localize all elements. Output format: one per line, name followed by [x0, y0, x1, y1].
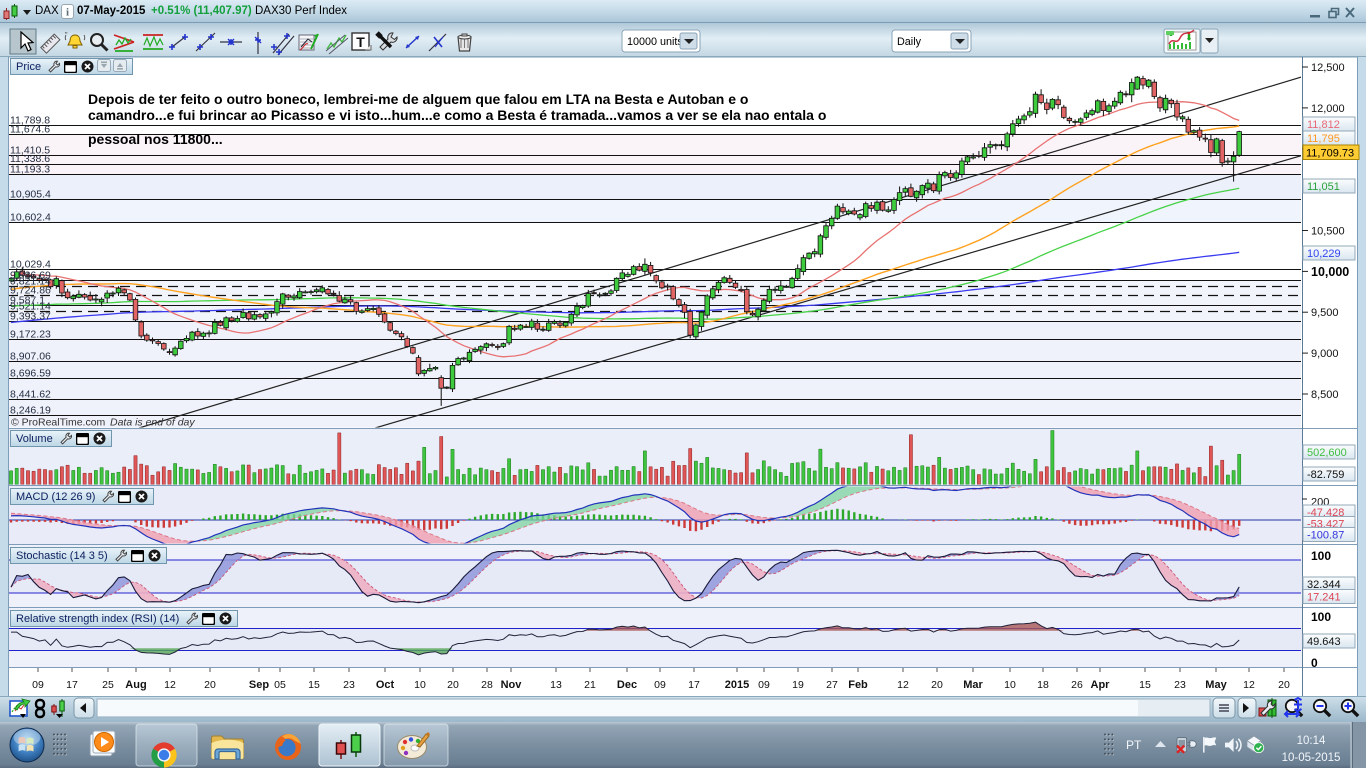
svg-text:9,172.23: 9,172.23 — [10, 329, 51, 341]
svg-text:8,246.19: 8,246.19 — [10, 405, 51, 417]
svg-text:502,600: 502,600 — [1307, 447, 1347, 459]
svg-text:10,000: 10,000 — [1311, 265, 1349, 279]
svg-text:-100.87: -100.87 — [1307, 530, 1344, 542]
svg-text:20: 20 — [447, 679, 459, 691]
svg-text:0: 0 — [1311, 656, 1318, 670]
svg-text:10,229: 10,229 — [1307, 248, 1341, 260]
svg-text:10,905.4: 10,905.4 — [10, 189, 51, 201]
svg-text:11,795: 11,795 — [1307, 133, 1340, 145]
svg-text:18: 18 — [1037, 679, 1049, 691]
svg-text:17: 17 — [66, 679, 78, 691]
svg-text:20: 20 — [931, 679, 943, 691]
svg-text:10:14: 10:14 — [1297, 735, 1326, 747]
svg-text:11,674.6: 11,674.6 — [10, 124, 50, 136]
svg-text:23: 23 — [343, 679, 355, 691]
svg-text:25: 25 — [102, 679, 114, 691]
svg-text:PT: PT — [1126, 738, 1142, 752]
svg-text:Sep: Sep — [249, 679, 269, 691]
svg-text:Data is end of day: Data is end of day — [110, 417, 195, 429]
svg-text:49.643: 49.643 — [1307, 636, 1341, 648]
svg-text:28: 28 — [481, 679, 493, 691]
svg-text:8,500: 8,500 — [1311, 389, 1339, 401]
svg-text:20: 20 — [204, 679, 216, 691]
svg-text:11,812: 11,812 — [1307, 119, 1340, 131]
svg-text:15: 15 — [1139, 679, 1151, 691]
svg-text:12: 12 — [897, 679, 909, 691]
svg-text:Feb: Feb — [848, 679, 868, 691]
svg-text:11,193.3: 11,193.3 — [10, 164, 50, 176]
svg-text:2015: 2015 — [725, 679, 749, 691]
svg-text:10000 units: 10000 units — [627, 36, 683, 48]
svg-text:11,709.73: 11,709.73 — [1306, 148, 1354, 160]
svg-text:Nov: Nov — [501, 679, 523, 691]
svg-text:9,500: 9,500 — [1311, 307, 1339, 319]
svg-text:9,000: 9,000 — [1311, 348, 1339, 360]
svg-text:Daily: Daily — [897, 36, 922, 48]
svg-text:10,602.4: 10,602.4 — [10, 212, 51, 224]
svg-text:13: 13 — [550, 679, 562, 691]
svg-text:19: 19 — [792, 679, 804, 691]
svg-text:100: 100 — [1311, 610, 1331, 624]
svg-text:09: 09 — [654, 679, 666, 691]
svg-text:09: 09 — [758, 679, 770, 691]
svg-text:Apr: Apr — [1091, 679, 1111, 691]
svg-text:26: 26 — [1071, 679, 1083, 691]
svg-text:17: 17 — [688, 679, 700, 691]
svg-text:May: May — [1205, 679, 1227, 691]
svg-text:10-05-2015: 10-05-2015 — [1282, 752, 1341, 764]
svg-text:11,051: 11,051 — [1307, 181, 1340, 193]
svg-text:© ProRealTime.com: © ProRealTime.com — [11, 417, 106, 429]
svg-text:8,907.06: 8,907.06 — [10, 351, 51, 363]
svg-text:23: 23 — [1174, 679, 1186, 691]
svg-text:Dec: Dec — [617, 679, 637, 691]
svg-text:8,696.59: 8,696.59 — [10, 368, 51, 380]
svg-text:27: 27 — [826, 679, 838, 691]
svg-text:10: 10 — [1004, 679, 1016, 691]
svg-text:Aug: Aug — [125, 679, 146, 691]
svg-text:05: 05 — [274, 679, 286, 691]
svg-text:12: 12 — [164, 679, 176, 691]
svg-text:12: 12 — [1243, 679, 1255, 691]
svg-text:20: 20 — [1278, 679, 1290, 691]
svg-text:Oct: Oct — [376, 679, 395, 691]
svg-text:-82.759: -82.759 — [1307, 469, 1344, 481]
svg-text:15: 15 — [308, 679, 320, 691]
svg-text:100: 100 — [1311, 549, 1331, 563]
svg-text:10: 10 — [414, 679, 426, 691]
svg-text:T: T — [356, 34, 365, 50]
svg-text:i: i — [66, 7, 69, 19]
svg-text:09: 09 — [32, 679, 44, 691]
svg-text:8,441.62: 8,441.62 — [10, 389, 51, 401]
svg-text:Mar: Mar — [963, 679, 983, 691]
svg-text:10,500: 10,500 — [1311, 226, 1345, 238]
svg-text:12,000: 12,000 — [1311, 103, 1345, 115]
svg-text:12,500: 12,500 — [1311, 62, 1345, 74]
svg-text:21: 21 — [584, 679, 596, 691]
svg-text:17.241: 17.241 — [1307, 592, 1341, 604]
svg-text:9,393.37: 9,393.37 — [10, 311, 51, 323]
